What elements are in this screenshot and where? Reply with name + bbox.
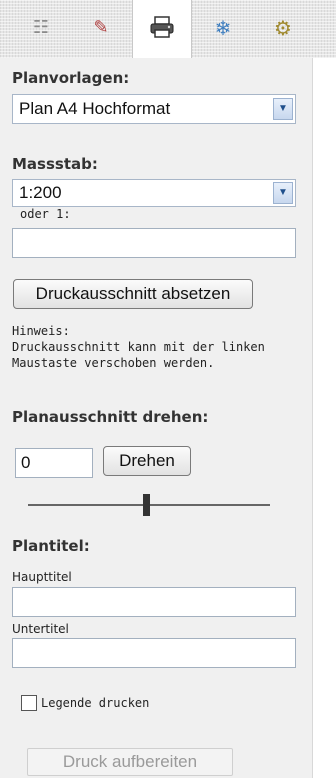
- drehen-button[interactable]: Drehen: [103, 446, 191, 476]
- tab-measure[interactable]: ✎: [72, 6, 130, 50]
- rotation-slider[interactable]: [28, 494, 270, 518]
- planausschnitt-drehen-label: Planausschnitt drehen:: [12, 408, 209, 426]
- tab-wheel[interactable]: ⚙: [254, 6, 312, 50]
- legende-checkbox[interactable]: [21, 695, 37, 711]
- oder-label: oder 1:: [20, 207, 71, 221]
- hinweis-title: Hinweis:: [12, 324, 70, 338]
- planvorlagen-select[interactable]: Plan A4 Hochformat ▼: [12, 94, 296, 124]
- measure-icon: ✎: [93, 17, 109, 38]
- chevron-down-icon: ▼: [273, 182, 293, 204]
- panel-border: [312, 58, 313, 778]
- slider-handle[interactable]: [143, 494, 150, 516]
- druckausschnitt-button[interactable]: Druckausschnitt absetzen: [13, 279, 253, 309]
- planvorlagen-label: Planvorlagen:: [12, 69, 130, 87]
- tab-list[interactable]: ☷: [12, 6, 70, 50]
- wheel-icon: ⚙: [274, 16, 292, 40]
- hinweis-line-2: Maustaste verschoben werden.: [12, 356, 215, 370]
- tab-bar: ☷ ✎ ❄ ⚙: [0, 0, 336, 58]
- list-icon: ☷: [32, 17, 50, 38]
- massstab-value: 1:200: [19, 183, 62, 202]
- snowflake-icon: ❄: [214, 16, 232, 40]
- haupttitel-input[interactable]: [12, 587, 296, 617]
- druck-aufbereiten-button[interactable]: Druck aufbereiten: [27, 748, 233, 776]
- untertitel-label: Untertitel: [12, 622, 69, 636]
- rotation-input[interactable]: 0: [15, 448, 93, 478]
- massstab-custom-input[interactable]: [12, 228, 296, 258]
- printer-icon: [149, 16, 175, 42]
- massstab-label: Massstab:: [12, 155, 98, 173]
- haupttitel-label: Haupttitel: [12, 570, 72, 584]
- chevron-down-icon: ▼: [273, 98, 293, 120]
- legende-label[interactable]: Legende drucken: [41, 696, 149, 710]
- hinweis-line-1: Druckausschnitt kann mit der linken: [12, 340, 265, 354]
- massstab-select[interactable]: 1:200 ▼: [12, 179, 296, 207]
- planvorlagen-value: Plan A4 Hochformat: [19, 99, 171, 118]
- tab-print[interactable]: [132, 0, 192, 58]
- untertitel-input[interactable]: [12, 638, 296, 668]
- tab-snowflake[interactable]: ❄: [194, 6, 252, 50]
- plantitel-label: Plantitel:: [12, 537, 90, 555]
